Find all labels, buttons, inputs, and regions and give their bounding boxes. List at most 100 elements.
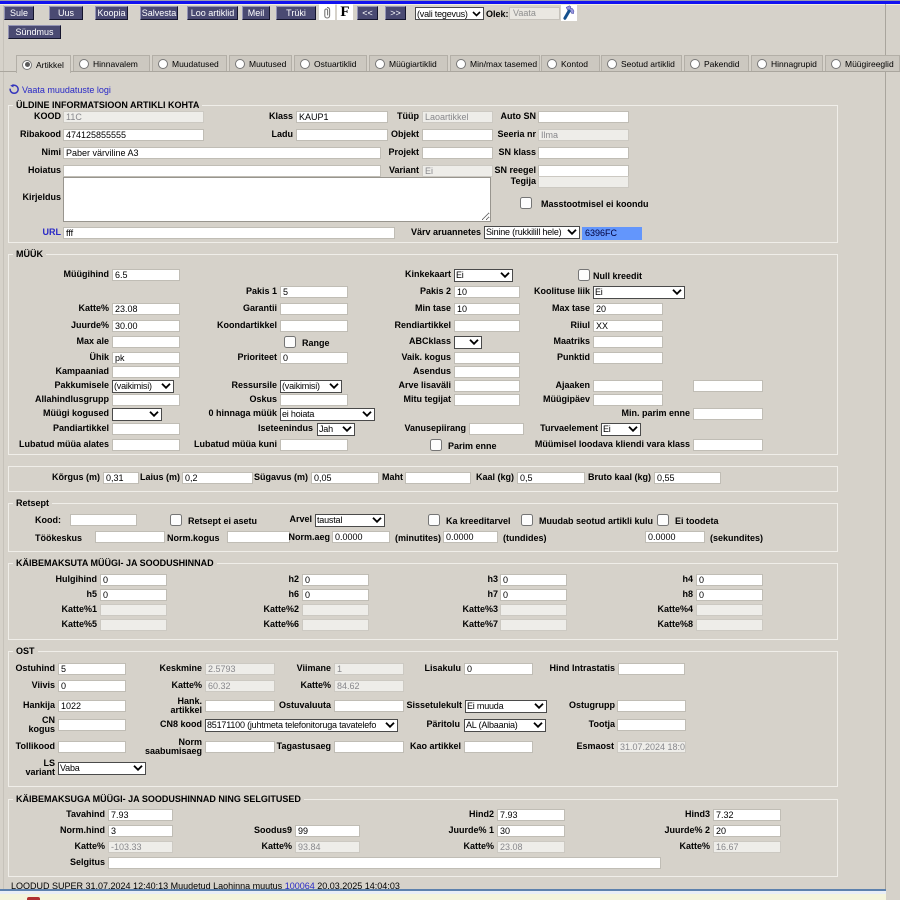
ostugrupp-label: Ostugrupp — [355, 701, 615, 710]
select-value: Sinine (rukkilill hele) — [485, 227, 567, 237]
input-bruto-kaal[interactable] — [654, 472, 721, 484]
next-record-button[interactable]: >> — [385, 6, 406, 20]
checkbox-muudab-kulu[interactable] — [521, 514, 533, 526]
input-ajaaken2[interactable] — [693, 380, 763, 392]
checkbox-ka-kreeditarvel[interactable] — [428, 514, 440, 526]
input-min-parim-enne[interactable] — [693, 408, 763, 420]
select-turvaelement[interactable]: Ei — [601, 423, 641, 436]
tegija-label: Tegija — [276, 177, 536, 186]
select-null-hinnaga-muuk[interactable]: ei hoiata — [280, 408, 375, 421]
checkbox-null-kreedit[interactable] — [578, 269, 590, 281]
kinkekaart-label: Kinkekaart — [191, 270, 451, 279]
input-muumisel-vara-klass[interactable] — [693, 439, 763, 451]
input-tavahind[interactable] — [108, 809, 173, 821]
muugipaev-label: Müügipäev — [330, 395, 590, 404]
input-asendus[interactable] — [454, 366, 520, 378]
select-koolituse-liik[interactable]: Ei — [593, 286, 685, 299]
h8-label: h8 — [433, 590, 693, 599]
tab-minmax-tasemed[interactable]: Min/max tasemed — [450, 55, 540, 71]
input-riiul[interactable] — [593, 320, 663, 332]
url-label: URL — [0, 228, 61, 237]
input-h4[interactable] — [696, 574, 763, 586]
input-selgitus[interactable] — [108, 857, 661, 869]
tab-pakendid[interactable]: Pakendid — [684, 55, 749, 71]
input-muugihind[interactable] — [112, 269, 180, 281]
tab-muugireeglid[interactable]: Müügireeglid — [825, 55, 900, 71]
tab-ostuartiklid[interactable]: Ostuartiklid — [294, 55, 367, 71]
settings-hammer-icon[interactable] — [561, 5, 578, 22]
select-value: taustal — [316, 515, 372, 525]
input-norm-aeg-tunnid[interactable] — [443, 531, 498, 543]
select-value: Ei — [602, 424, 628, 434]
chevron-down-icon — [672, 289, 682, 295]
input-muugipaev[interactable] — [593, 394, 663, 406]
tab-hinnavalem[interactable]: Hinnavalem — [73, 55, 150, 71]
print-button[interactable]: Trüki — [276, 6, 316, 20]
tab-kontod[interactable]: Kontod — [541, 55, 600, 71]
checkbox-ei-toodeta[interactable] — [657, 514, 669, 526]
input-ajaaken[interactable] — [593, 380, 663, 392]
ajaaken-label: Ajaaken — [330, 381, 590, 390]
input-max-ale[interactable] — [112, 336, 180, 348]
ka-kreeditarvel-label: Ka kreeditarvel — [446, 516, 511, 526]
input-norm-aeg-sekundid[interactable] — [645, 531, 705, 543]
input-punktid[interactable] — [593, 352, 663, 364]
tab-muugiartiklid[interactable]: Müügiartiklid — [369, 55, 448, 71]
input-auto-sn[interactable] — [538, 111, 629, 123]
attachments-button[interactable] — [319, 4, 335, 20]
directo-article-window: F (vali tegevus) Olek: Vaata ArtikkelHin… — [0, 0, 900, 900]
prev-record-button[interactable]: << — [357, 6, 378, 20]
select-arvel[interactable]: taustal — [315, 514, 385, 527]
input-maatriks[interactable] — [593, 336, 663, 348]
select-kinkekaart[interactable]: Ei — [454, 269, 513, 282]
input-lubatud-muua-kuni[interactable] — [280, 439, 348, 451]
create-articles-button[interactable]: Loo artiklid — [187, 6, 238, 20]
input-kmg-katte4[interactable] — [713, 841, 781, 853]
copy-button[interactable]: Koopia — [95, 6, 128, 20]
input-juurde2[interactable] — [713, 825, 781, 837]
chevron-down-icon — [500, 272, 510, 278]
mail-button[interactable]: Meil — [242, 6, 270, 20]
view-change-log-link[interactable]: Vaata muudatuste logi — [8, 84, 111, 95]
input-seeria-nr[interactable] — [538, 129, 629, 141]
save-button[interactable]: Salvesta — [140, 6, 178, 20]
input-tegija[interactable] — [538, 176, 629, 188]
input-sn-klass[interactable] — [538, 147, 629, 159]
input-ost-katte2[interactable] — [334, 680, 404, 692]
tab-radio — [456, 59, 466, 69]
tavahind-label: Tavahind — [0, 810, 105, 819]
action-select[interactable]: (vali tegevus) — [415, 7, 484, 20]
event-button[interactable]: Sündmus — [8, 25, 61, 39]
input-kampaaniad[interactable] — [112, 366, 180, 378]
tab-seotud-artiklid[interactable]: Seotud artiklid — [601, 55, 682, 71]
select-ls-variant[interactable]: Vaba — [58, 762, 146, 775]
input-tootja[interactable] — [617, 719, 686, 731]
forum-button[interactable]: F — [337, 4, 353, 20]
window-top-border-cream — [0, 4, 900, 5]
input-h8[interactable] — [696, 589, 763, 601]
input-hind-intrastatis[interactable] — [618, 663, 685, 675]
new-button[interactable]: Uus — [49, 6, 83, 20]
tab-hinnagrupid[interactable]: Hinnagrupid — [751, 55, 823, 71]
sn-klass-label: SN klass — [276, 148, 536, 157]
tab-artikkel[interactable]: Artikkel — [16, 55, 71, 73]
tab-muudatused[interactable]: Muudatused — [152, 55, 227, 71]
input-hind3[interactable] — [713, 809, 781, 821]
checkbox-masstootmisel[interactable] — [520, 197, 532, 209]
input-norm-aeg[interactable] — [332, 531, 390, 543]
tab-muutused[interactable]: Muutused — [229, 55, 292, 71]
input-katte-8[interactable] — [696, 619, 763, 631]
status-label: Olek: — [486, 9, 509, 19]
tab-strip-underline — [0, 71, 900, 72]
turvaelement-label: Turvaelement — [338, 424, 598, 433]
status-value-field: Vaata — [509, 7, 560, 20]
input-katte-4[interactable] — [696, 604, 763, 616]
chevron-down-icon — [567, 229, 577, 235]
input-ostugrupp[interactable] — [617, 700, 686, 712]
input-max-tase[interactable] — [593, 303, 663, 315]
tab-label: Ostuartiklid — [314, 59, 357, 69]
input-esmaost[interactable] — [617, 741, 686, 753]
action-select-value: (vali tegevus) — [416, 9, 472, 19]
select-varv-aruannetes[interactable]: Sinine (rukkilill hele) — [484, 226, 580, 239]
close-button[interactable]: Sule — [4, 6, 34, 20]
